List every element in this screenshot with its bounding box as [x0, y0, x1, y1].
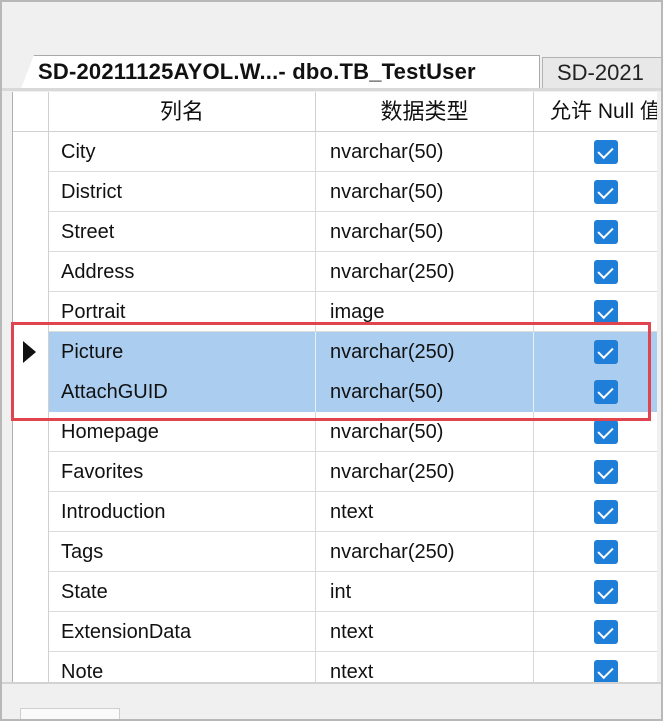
allow-null-checkbox[interactable] [594, 620, 618, 644]
data-type-cell[interactable]: ntext [316, 652, 534, 682]
table-row[interactable]: District nvarchar(50) [13, 172, 657, 212]
column-name-cell[interactable]: Address [49, 252, 316, 292]
allow-null-cell [534, 612, 657, 652]
data-type-cell[interactable]: image [316, 292, 534, 332]
table-row[interactable]: Portrait image [13, 292, 657, 332]
table-row[interactable]: City nvarchar(50) [13, 132, 657, 172]
data-type-cell[interactable]: nvarchar(250) [316, 452, 534, 492]
column-name-cell[interactable]: Tags [49, 532, 316, 572]
row-selector[interactable] [13, 412, 49, 452]
column-name-cell[interactable]: Portrait [49, 292, 316, 332]
allow-null-cell [534, 172, 657, 212]
row-selector[interactable] [13, 372, 49, 412]
allow-null-cell [534, 212, 657, 252]
column-name-cell[interactable]: Picture [49, 332, 316, 372]
data-type-cell[interactable]: nvarchar(50) [316, 172, 534, 212]
allow-null-checkbox[interactable] [594, 340, 618, 364]
allow-null-cell [534, 492, 657, 532]
row-selector[interactable] [13, 132, 49, 172]
table-row[interactable]: AttachGUID nvarchar(50) [13, 372, 657, 412]
allow-null-checkbox[interactable] [594, 260, 618, 284]
row-selector[interactable] [13, 292, 49, 332]
column-name-cell[interactable]: District [49, 172, 316, 212]
column-name-cell[interactable]: Favorites [49, 452, 316, 492]
table-row[interactable]: State int [13, 572, 657, 612]
row-selector[interactable] [13, 612, 49, 652]
table-row[interactable]: Note ntext [13, 652, 657, 682]
allow-null-cell [534, 572, 657, 612]
allow-null-cell [534, 292, 657, 332]
row-selector[interactable] [13, 172, 49, 212]
row-selector[interactable] [13, 332, 49, 372]
allow-null-checkbox[interactable] [594, 300, 618, 324]
data-type-cell[interactable]: nvarchar(50) [316, 412, 534, 452]
header-column-name[interactable]: 列名 [49, 92, 316, 132]
column-grid: 列名 数据类型 允许 Null 值 City nvarchar(50) Distri… [12, 92, 657, 682]
allow-null-cell [534, 372, 657, 412]
allow-null-cell [534, 532, 657, 572]
allow-null-checkbox[interactable] [594, 180, 618, 204]
table-row[interactable]: Picture nvarchar(250) [13, 332, 657, 372]
grid-right-edge [657, 92, 661, 682]
row-selector[interactable] [13, 492, 49, 532]
tab-divider [2, 88, 661, 91]
allow-null-checkbox[interactable] [594, 540, 618, 564]
table-row[interactable]: Favorites nvarchar(250) [13, 452, 657, 492]
column-name-cell[interactable]: ExtensionData [49, 612, 316, 652]
allow-null-cell [534, 252, 657, 292]
allow-null-checkbox[interactable] [594, 420, 618, 444]
data-type-cell[interactable]: nvarchar(50) [316, 372, 534, 412]
window-top-area [2, 2, 661, 52]
row-selector[interactable] [13, 652, 49, 682]
bottom-tab[interactable] [20, 708, 120, 719]
allow-null-checkbox[interactable] [594, 460, 618, 484]
table-row[interactable]: Street nvarchar(50) [13, 212, 657, 252]
table-row[interactable]: Tags nvarchar(250) [13, 532, 657, 572]
table-row[interactable]: Introduction ntext [13, 492, 657, 532]
column-name-cell[interactable]: City [49, 132, 316, 172]
allow-null-checkbox[interactable] [594, 220, 618, 244]
header-row-selector [13, 92, 49, 132]
allow-null-cell [534, 332, 657, 372]
allow-null-checkbox[interactable] [594, 580, 618, 604]
allow-null-cell [534, 412, 657, 452]
column-name-cell[interactable]: Note [49, 652, 316, 682]
designer-window: SD-2021 SD-20211125AYOL.W...- dbo.TB_Tes… [0, 0, 663, 721]
data-type-cell[interactable]: ntext [316, 492, 534, 532]
allow-null-cell [534, 652, 657, 682]
data-type-cell[interactable]: nvarchar(250) [316, 252, 534, 292]
table-row[interactable]: Homepage nvarchar(50) [13, 412, 657, 452]
current-row-arrow-icon [23, 341, 36, 363]
header-allow-null[interactable]: 允许 Null 值 [534, 92, 657, 132]
column-name-cell[interactable]: State [49, 572, 316, 612]
data-type-cell[interactable]: nvarchar(50) [316, 132, 534, 172]
tab-table-designer-label[interactable]: SD-20211125AYOL.W...- dbo.TB_TestUser [38, 59, 476, 85]
table-row[interactable]: ExtensionData ntext [13, 612, 657, 652]
tab-secondary-label[interactable]: SD-2021 [557, 60, 644, 86]
allow-null-checkbox[interactable] [594, 140, 618, 164]
header-data-type[interactable]: 数据类型 [316, 92, 534, 132]
data-type-cell[interactable]: nvarchar(250) [316, 332, 534, 372]
allow-null-checkbox[interactable] [594, 500, 618, 524]
grid-header: 列名 数据类型 允许 Null 值 [13, 92, 657, 132]
data-type-cell[interactable]: nvarchar(50) [316, 212, 534, 252]
table-row[interactable]: Address nvarchar(250) [13, 252, 657, 292]
row-selector[interactable] [13, 452, 49, 492]
data-type-cell[interactable]: int [316, 572, 534, 612]
allow-null-checkbox[interactable] [594, 380, 618, 404]
data-type-cell[interactable]: nvarchar(250) [316, 532, 534, 572]
column-name-cell[interactable]: AttachGUID [49, 372, 316, 412]
column-name-cell[interactable]: Introduction [49, 492, 316, 532]
row-selector[interactable] [13, 572, 49, 612]
column-name-cell[interactable]: Homepage [49, 412, 316, 452]
row-selector[interactable] [13, 252, 49, 292]
column-name-cell[interactable]: Street [49, 212, 316, 252]
row-selector[interactable] [13, 212, 49, 252]
allow-null-cell [534, 452, 657, 492]
data-type-cell[interactable]: ntext [316, 612, 534, 652]
row-selector[interactable] [13, 532, 49, 572]
allow-null-checkbox[interactable] [594, 660, 618, 682]
allow-null-cell [534, 132, 657, 172]
